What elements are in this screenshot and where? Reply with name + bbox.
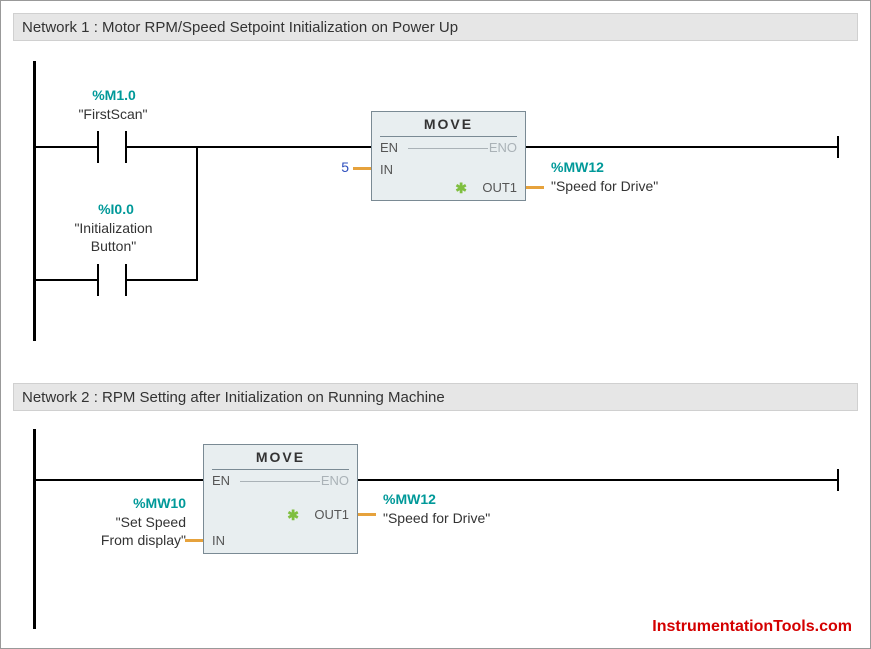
move2-out-label: OUT1 [314, 507, 349, 522]
move2-in-label: IN [212, 533, 225, 548]
move2-out-address: %MW12 [383, 491, 436, 507]
move1-out-stub [526, 186, 544, 189]
init-button-gap [99, 279, 125, 281]
first-scan-address: %M1.0 [74, 87, 154, 103]
move1-en: EN [380, 140, 398, 155]
move1-in-label: IN [380, 162, 393, 177]
network-1-header: Network 1 : Motor RPM/Speed Setpoint Ini… [13, 13, 858, 41]
move1-out-address: %MW12 [551, 159, 604, 175]
network-1-title: Network 1 : Motor RPM/Speed Setpoint Ini… [22, 19, 458, 36]
left-rail-n1 [33, 61, 36, 341]
init-button-address: %I0.0 [76, 201, 156, 217]
first-scan-contact-right [125, 131, 127, 163]
right-rail-cap-n2 [837, 469, 839, 491]
move-block-1: MOVE EN ENO IN ✱ OUT1 [371, 111, 526, 201]
move2-en-line [240, 481, 320, 482]
expand-icon-2: ✱ [287, 507, 299, 524]
init-button-symbol: "Initialization Button" [56, 220, 171, 255]
move2-in-stub [185, 539, 203, 542]
eno-wire-n2 [358, 479, 839, 481]
move2-in-symbol: "Set Speed From display" [71, 514, 186, 549]
move1-out-symbol: "Speed for Drive" [551, 178, 658, 196]
network-2-title: Network 2 : RPM Setting after Initializa… [22, 389, 445, 406]
ladder-diagram-canvas: Network 1 : Motor RPM/Speed Setpoint Ini… [0, 0, 871, 649]
watermark: InstrumentationTools.com [652, 618, 852, 636]
left-rail-n2 [33, 429, 36, 629]
move1-title: MOVE [372, 116, 525, 132]
first-scan-symbol: "FirstScan" [63, 106, 163, 124]
branch-down-n1 [196, 146, 198, 281]
move1-out-label: OUT1 [482, 180, 517, 195]
move1-eno: ENO [489, 140, 517, 155]
network-2-header: Network 2 : RPM Setting after Initializa… [13, 383, 858, 411]
first-scan-gap [99, 146, 125, 148]
right-rail-cap-n1 [837, 136, 839, 158]
move2-eno: ENO [321, 473, 349, 488]
rung-wire-n1 [36, 146, 371, 148]
move1-in-stub [353, 167, 371, 170]
rung-wire-n2 [36, 479, 203, 481]
move1-en-line [408, 148, 488, 149]
eno-wire-n1 [526, 146, 839, 148]
move2-in-address: %MW10 [96, 495, 186, 511]
move2-en: EN [212, 473, 230, 488]
move2-out-stub [358, 513, 376, 516]
init-button-contact-right [125, 264, 127, 296]
move1-in-value: 5 [321, 159, 349, 175]
move2-divider [212, 469, 349, 470]
move1-divider [380, 136, 517, 137]
move2-out-symbol: "Speed for Drive" [383, 510, 490, 528]
move-block-2: MOVE EN ENO ✱ OUT1 IN [203, 444, 358, 554]
move2-title: MOVE [204, 449, 357, 465]
expand-icon: ✱ [455, 180, 467, 197]
